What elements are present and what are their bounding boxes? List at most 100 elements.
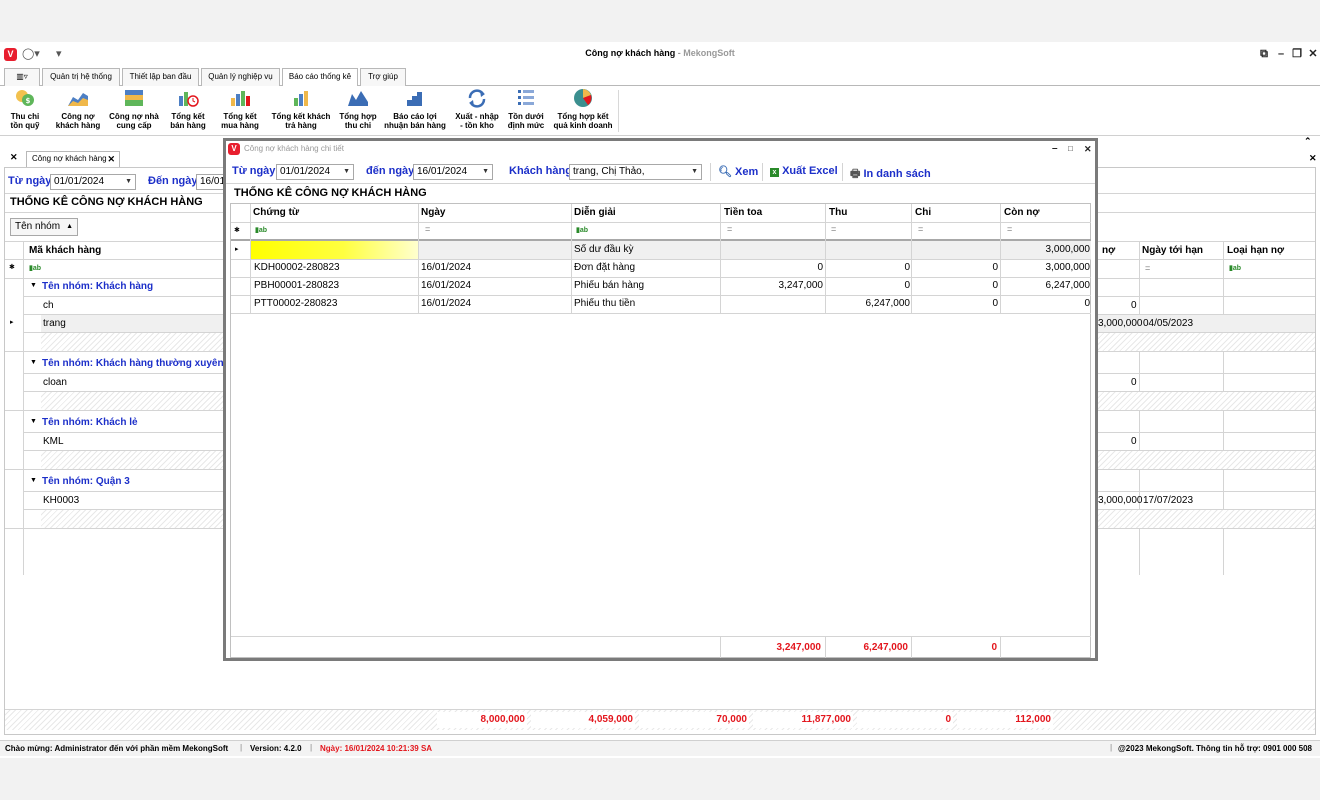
desc-cell: Phiếu thu tiền — [574, 298, 636, 309]
debt-cell: 0 — [1131, 300, 1137, 311]
tab-app-menu[interactable]: ▥▿ — [4, 68, 40, 86]
dialog-title: Công nợ khách hàng chi tiết — [244, 144, 344, 153]
group-by-chip[interactable]: Tên nhóm ▲ — [10, 218, 78, 236]
detail-grid: Chứng từ Ngày Diễn giải Tiền toa Thu Chi… — [230, 203, 1091, 658]
col-header-remaining[interactable]: Còn nợ — [1004, 207, 1039, 218]
col-header-desc[interactable]: Diễn giải — [574, 207, 616, 218]
dialog-to-date-input[interactable]: 16/01/2024 ▼ — [413, 164, 493, 180]
dialog-logo-icon: V — [228, 143, 240, 155]
status-copyright: @2023 MekongSoft. Thông tin hỗ trợ: 0901… — [1118, 744, 1312, 753]
dialog-section-title: THỐNG KÊ CÔNG NỢ KHÁCH HÀNG — [234, 187, 427, 199]
customer-code-cell[interactable]: trang — [43, 318, 66, 329]
ribbon-btn-supplier-debt[interactable]: Công nợ nhà cung cấp — [106, 88, 162, 134]
tab-reports[interactable]: Báo cáo thống kê — [282, 68, 358, 87]
export-excel-button[interactable]: x Xuất Excel — [770, 165, 838, 177]
filter-equals-icon[interactable]: = — [918, 224, 923, 234]
dialog-customer-select[interactable]: trang, Chị Thảo, ▼ — [569, 164, 702, 180]
remaining-cell: 0 — [1084, 298, 1090, 309]
collapse-ribbon-icon[interactable]: ⌃ — [1304, 136, 1312, 147]
customer-code-cell[interactable]: ch — [43, 300, 54, 311]
window-title-brand: MekongSoft — [683, 48, 735, 58]
col-header-chi[interactable]: Chi — [915, 207, 931, 218]
total-cell: 11,877,000 — [753, 712, 853, 728]
col-header-debt[interactable]: nợ — [1102, 245, 1115, 256]
tab-help[interactable]: Trợ giúp — [360, 68, 406, 86]
ribbon-btn-customer-debt[interactable]: Công nợ khách hàng — [52, 88, 104, 134]
collapse-group-icon[interactable]: ▼ — [30, 477, 37, 484]
close-doc-tab-icon[interactable]: ✕ — [107, 152, 115, 166]
ribbon-btn-below-min[interactable]: Tồn dưới định mức — [504, 88, 548, 134]
col-header-thu[interactable]: Thu — [829, 207, 847, 218]
dialog-to-date-label: đến ngày — [366, 165, 415, 177]
collapse-group-icon[interactable]: ▼ — [30, 418, 37, 425]
total-amount: 3,247,000 — [776, 642, 822, 653]
ribbon-btn-cash[interactable]: $ Thu chi tồn quỹ — [2, 88, 48, 134]
dialog-maximize-button[interactable]: □ — [1068, 141, 1073, 157]
dialog-from-date-input[interactable]: 01/01/2024 ▼ — [276, 164, 354, 180]
filter-icon[interactable]: ▮ab — [1229, 264, 1241, 272]
dialog-close-button[interactable]: ✕ — [1084, 141, 1092, 157]
filter-icon[interactable]: ▮ab — [255, 226, 267, 234]
col-header-customer-code[interactable]: Mã khách hàng — [29, 245, 101, 256]
collapse-group-icon[interactable]: ▼ — [30, 359, 37, 366]
ribbon-btn-profit-report[interactable]: Báo cáo lợi nhuận bán hàng — [382, 88, 448, 134]
filter-equals-icon[interactable]: = — [831, 224, 836, 234]
status-date: Ngày: 16/01/2024 10:21:39 SA — [320, 744, 433, 753]
dialog-from-date-label: Từ ngày — [232, 165, 276, 177]
ribbon-btn-returns-summary[interactable]: Tổng kết khách trả hàng — [268, 88, 334, 134]
col-header-debt-type[interactable]: Loại hạn nợ — [1227, 245, 1284, 256]
dialog-minimize-button[interactable]: – — [1052, 141, 1058, 157]
filter-icon[interactable]: ▮ab — [576, 226, 588, 234]
tab-initial-setup[interactable]: Thiết lập ban đầu — [122, 68, 199, 86]
customer-debt-detail-dialog: V Công nợ khách hàng chi tiết – □ ✕ Từ n… — [223, 138, 1098, 661]
filter-equals-icon[interactable]: = — [1007, 224, 1012, 234]
col-header-due-date[interactable]: Ngày tới hạn — [1142, 245, 1203, 256]
col-header-date[interactable]: Ngày — [421, 207, 445, 218]
restore-layout-icon[interactable]: ⧉ — [1257, 47, 1271, 61]
total-chi: 0 — [991, 642, 997, 653]
status-welcome: Chào mừng: Administrator đến với phần mề… — [5, 744, 229, 753]
dropdown-arrow-icon: ▼ — [482, 168, 489, 175]
from-date-input[interactable]: 01/01/2024 ▼ — [50, 174, 136, 190]
close-button[interactable]: ✕ — [1306, 47, 1320, 61]
tab-system-admin[interactable]: Quản trị hệ thống — [42, 68, 120, 86]
from-date-label: Từ ngày — [8, 175, 52, 187]
thu-cell: 0 — [904, 280, 910, 291]
dropdown-arrow-icon: ▼ — [691, 168, 698, 175]
view-button[interactable]: 🔍︎ Xem — [718, 165, 758, 178]
minimize-button[interactable]: – — [1274, 47, 1288, 61]
filter-equals-icon[interactable]: = — [727, 224, 732, 234]
ribbon-btn-purchase-summary[interactable]: Tổng kết mua hàng — [216, 88, 264, 134]
bar-chart-icon — [231, 91, 250, 106]
close-all-docs-icon[interactable]: ✕ — [10, 152, 18, 163]
customer-code-cell[interactable]: KML — [43, 436, 64, 447]
filter-icon[interactable]: ▮ab — [29, 264, 41, 272]
doc-cell[interactable]: PBH00001-280823 — [254, 280, 339, 291]
col-header-doc[interactable]: Chứng từ — [253, 207, 299, 218]
table-row-selected[interactable] — [419, 241, 1091, 259]
customer-code-cell[interactable]: KH0003 — [43, 495, 79, 506]
doc-cell[interactable]: PTT00002-280823 — [254, 298, 337, 309]
print-list-button[interactable]: 🖶︎ In danh sách — [850, 165, 931, 184]
tab-business-ops[interactable]: Quản lý nghiệp vụ — [201, 68, 280, 86]
ribbon-btn-inventory[interactable]: Xuất - nhập - tồn kho — [452, 88, 502, 134]
doc-tab-customer-debt[interactable]: Công nợ khách hàng ✕ — [26, 151, 120, 167]
highlight-cell[interactable] — [251, 241, 419, 259]
close-document-icon[interactable]: ✕ — [1309, 153, 1317, 164]
doc-cell[interactable]: KDH00002-280823 — [254, 262, 340, 273]
ribbon-btn-business-results[interactable]: Tổng hợp kết quả kinh doanh — [550, 88, 616, 134]
maximize-button[interactable]: ❐ — [1290, 47, 1304, 61]
ribbon-btn-cash-summary[interactable]: Tổng hợp thu chi — [336, 88, 380, 134]
col-header-amount[interactable]: Tiền toa — [724, 207, 762, 218]
collapse-group-icon[interactable]: ▼ — [30, 282, 37, 289]
stair-chart-icon — [407, 92, 422, 106]
group-header: Tên nhóm: Khách lẻ — [42, 417, 138, 428]
doc-tab-label: Công nợ khách hàng — [32, 154, 107, 163]
debt-cell: 3,000,000 — [1098, 495, 1143, 506]
customer-code-cell[interactable]: cloan — [43, 377, 67, 388]
filter-equals-icon[interactable]: = — [425, 224, 430, 234]
ribbon-panel: $ Thu chi tồn quỹ Công nợ khách hàng Công … — [0, 86, 1320, 136]
ribbon-btn-sales-summary[interactable]: Tổng kết bán hàng — [166, 88, 210, 134]
chi-cell: 0 — [992, 280, 998, 291]
filter-equals-icon[interactable]: = — [1145, 263, 1150, 273]
